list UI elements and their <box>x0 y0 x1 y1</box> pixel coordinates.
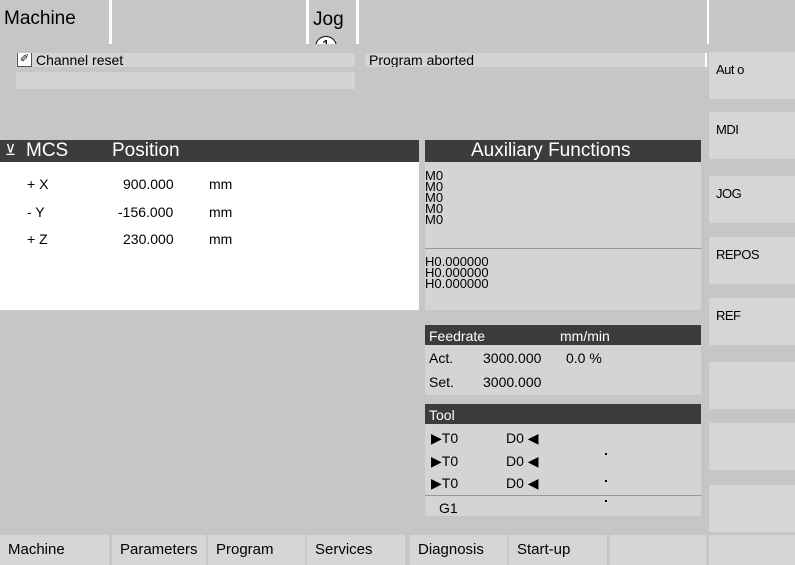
hkey-diagnosis-label: Diagnosis <box>418 541 484 558</box>
feed-unit: mm/min <box>560 328 610 344</box>
feed-title: Feedrate <box>429 328 486 344</box>
alarm-line <box>16 72 355 89</box>
softkey-jog[interactable]: JOG <box>709 176 795 223</box>
axis-name-y: - Y <box>27 204 45 220</box>
feed-act-value: 3000.000 <box>483 350 542 366</box>
tool-dot-0 <box>605 453 607 455</box>
softkey-ref-label: REF <box>716 308 741 323</box>
tool-dot-2 <box>605 500 607 502</box>
aux-title: Auxiliary Functions <box>471 140 631 161</box>
hkey-parameters-label: Parameters <box>120 541 198 558</box>
feed-gap <box>425 310 701 325</box>
message-area-fill <box>0 89 707 140</box>
tool-dot-1 <box>605 480 607 482</box>
softkey-auto-label: Aut o <box>716 62 744 77</box>
softkey-ref[interactable]: REF <box>709 298 795 345</box>
hkey-machine[interactable]: Machine <box>0 535 109 565</box>
area-title: Machine <box>4 8 76 29</box>
mode-label: Jog <box>313 9 344 30</box>
softkey-8[interactable] <box>709 485 795 532</box>
header-blank-2 <box>359 0 707 44</box>
back-arrow-icon: ◀ <box>523 430 539 446</box>
softkey-auto[interactable]: Aut o <box>709 52 795 99</box>
softkey-repos-label: REPOS <box>716 247 760 262</box>
hkey-8[interactable] <box>709 535 795 565</box>
axis-name-z: + Z <box>27 231 48 247</box>
aux-h-list: H0.000000 H0.000000 H0.000000 <box>425 255 489 291</box>
program-status: Program aborted <box>369 52 475 68</box>
tool-d-0-wrap: D0 ◀ <box>506 430 539 447</box>
tool-d-1-wrap: D0 ◀ <box>506 453 539 470</box>
tool-t-2: T0 <box>441 475 459 491</box>
tool-gcode: G1 <box>439 500 458 516</box>
softkey-jog-label: JOG <box>716 186 742 201</box>
channel-reset-icon: ✐ <box>17 52 32 67</box>
feed-act-pct: 0.0 % <box>566 350 602 366</box>
position-title: Position <box>112 140 180 161</box>
tool-d-2: D0 <box>506 475 524 491</box>
position-cs: MCS <box>26 140 69 161</box>
aux-m-4: M0 <box>425 212 444 227</box>
tool-t-0: T0 <box>441 430 459 446</box>
tool-title: Tool <box>429 407 455 423</box>
play-icon: ▶ <box>431 475 442 491</box>
play-icon: ▶ <box>431 453 442 469</box>
hkey-program-label: Program <box>216 541 274 558</box>
tool-header <box>425 404 701 424</box>
axis-value-z: 230.000 <box>123 231 174 247</box>
tool-bottom-gap <box>425 516 701 535</box>
tool-d-1: D0 <box>506 453 524 469</box>
softkey-mdi-label: MDI <box>716 122 739 137</box>
axis-name-x: + X <box>27 176 49 192</box>
play-icon: ▶ <box>431 430 442 446</box>
feed-body <box>425 345 701 395</box>
axis-value-y: -156.000 <box>118 204 174 220</box>
hkey-machine-label: Machine <box>8 541 65 558</box>
message-area-top <box>16 44 707 53</box>
tool-row-1: ▶T0 <box>431 453 458 470</box>
aux-divider <box>425 248 701 249</box>
hkey-services[interactable]: Services <box>307 535 405 565</box>
tool-divider <box>425 495 701 496</box>
back-arrow-icon: ◀ <box>523 475 539 491</box>
axis-unit-z: mm <box>209 231 233 247</box>
softkey-7[interactable] <box>709 423 795 470</box>
feed-act-label: Act. <box>429 350 454 366</box>
tool-d-2-wrap: D0 ◀ <box>506 475 539 492</box>
hkey-parameters[interactable]: Parameters <box>112 535 206 565</box>
axis-unit-y: mm <box>209 204 233 220</box>
axis-unit-x: mm <box>209 176 233 192</box>
channel-status: Channel reset <box>36 52 124 68</box>
hkey-services-label: Services <box>315 541 373 558</box>
header-right <box>709 0 795 44</box>
aux-m-list: M0 M0 M0 M0 M0 <box>425 169 444 227</box>
softkey-6[interactable] <box>709 362 795 409</box>
feed-set-label: Set. <box>429 374 454 390</box>
message-area-right <box>355 67 707 90</box>
mcs-icon: ⊻ <box>5 142 16 159</box>
hkey-7[interactable] <box>610 535 706 565</box>
tool-gap <box>425 395 701 404</box>
axis-value-x: 900.000 <box>123 176 174 192</box>
hkey-program[interactable]: Program <box>208 535 305 565</box>
hkey-startup[interactable]: Start-up <box>509 535 607 565</box>
hkey-diagnosis[interactable]: Diagnosis <box>410 535 507 565</box>
tool-row-2: ▶T0 <box>431 475 458 492</box>
header-blank-1 <box>112 0 306 44</box>
feed-set-value: 3000.000 <box>483 374 542 390</box>
tool-body <box>425 424 701 516</box>
tool-t-1: T0 <box>441 453 459 469</box>
aux-h-2: H0.000000 <box>425 276 489 291</box>
tool-d-0: D0 <box>506 430 524 446</box>
tool-row-0: ▶T0 <box>431 430 458 447</box>
softkey-mdi[interactable]: MDI <box>709 112 795 159</box>
hkey-startup-label: Start-up <box>517 541 571 558</box>
lower-left-panel <box>0 310 419 535</box>
back-arrow-icon: ◀ <box>523 453 539 469</box>
softkey-repos[interactable]: REPOS <box>709 237 795 284</box>
